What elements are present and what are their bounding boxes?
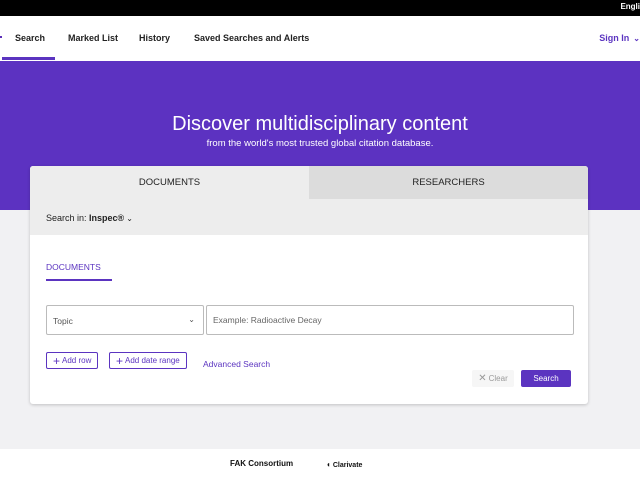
footer-consortium: FAK Consortium [230, 459, 294, 468]
sign-in-button[interactable]: Sign In ⌄ [599, 33, 640, 43]
search-in-label: Search in: [46, 213, 87, 223]
plus-icon: + [116, 353, 124, 368]
nav-saved-searches[interactable]: Saved Searches and Alerts [194, 33, 309, 43]
add-row-button[interactable]: + Add row [46, 352, 99, 369]
clarivate-logo-icon: ◖ [326, 460, 331, 469]
footer-brand[interactable]: ◖ Clarivate [326, 460, 362, 469]
close-icon: ✕ [478, 373, 487, 384]
nav-marked-list[interactable]: Marked List [68, 33, 118, 43]
clear-label: Clear [488, 374, 508, 383]
add-date-range-button[interactable]: + Add date range [109, 352, 187, 369]
top-bar: Engli [0, 0, 640, 16]
search-field-value: Topic [53, 316, 73, 326]
clear-button[interactable]: ✕ Clear [472, 370, 514, 387]
chevron-down-icon: ⌄ [126, 214, 133, 223]
footer: FAK Consortium ◖ Clarivate [0, 449, 640, 480]
tab-researchers[interactable]: RESEARCHERS [309, 166, 588, 199]
plus-icon: + [53, 353, 61, 368]
language-selector[interactable]: Engli [620, 2, 640, 11]
add-date-range-label: Add date range [125, 356, 180, 365]
nav-active-underline [2, 57, 55, 60]
footer-brand-label: Clarivate [332, 462, 363, 469]
search-field-select[interactable]: Topic ⌄ [46, 305, 204, 335]
search-input[interactable] [206, 305, 574, 335]
subtab-documents[interactable]: DOCUMENTS [46, 262, 101, 272]
subtab-underline [46, 279, 112, 281]
hero-title: Discover multidisciplinary content [172, 113, 468, 135]
search-in-database: Inspec® [89, 213, 125, 223]
nav-search[interactable]: Search [15, 33, 45, 43]
tab-documents[interactable]: DOCUMENTS [30, 166, 309, 199]
advanced-search-link[interactable]: Advanced Search [203, 359, 270, 369]
search-in-selector[interactable]: Search in: Inspec® ⌄ [46, 213, 133, 223]
chevron-down-icon: ⌄ [633, 34, 640, 43]
add-row-label: Add row [62, 356, 92, 365]
nav-history[interactable]: History [139, 33, 170, 43]
sign-in-label: Sign In [599, 33, 630, 43]
search-button[interactable]: Search [521, 370, 571, 387]
hero-subtitle: from the world's most trusted global cit… [206, 138, 434, 149]
search-card: DOCUMENTS RESEARCHERS Search in: Inspec®… [30, 166, 588, 404]
chevron-down-icon: ⌄ [188, 315, 195, 324]
nav-edge-mark [0, 36, 2, 38]
search-in-bar: Search in: Inspec® ⌄ [30, 199, 588, 235]
main-nav: Search Marked List History Saved Searche… [0, 16, 640, 61]
